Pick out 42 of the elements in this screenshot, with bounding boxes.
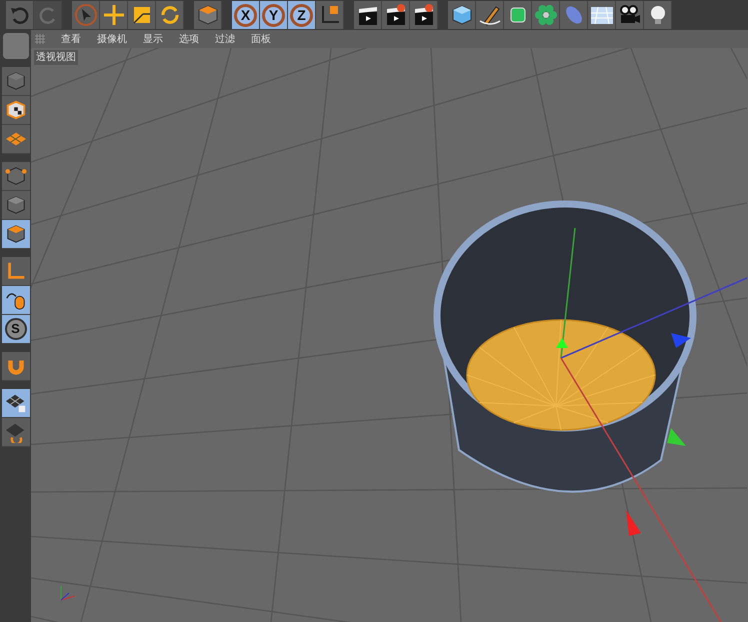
tool-button[interactable]: [2, 389, 30, 418]
tool-button[interactable]: Y: [260, 1, 288, 29]
menu-item[interactable]: 面板: [251, 32, 271, 46]
menu-item[interactable]: 查看: [61, 32, 81, 46]
grid-handle-icon: [35, 34, 45, 44]
cube-icon: [450, 3, 474, 27]
tool-button[interactable]: [476, 1, 504, 29]
checkered-cube-icon: [4, 99, 26, 121]
menu-item[interactable]: 摄像机: [97, 32, 127, 46]
flower-icon: [534, 3, 558, 27]
tool-button[interactable]: [128, 1, 156, 29]
move-icon: [102, 3, 126, 27]
tool-button[interactable]: S: [2, 315, 30, 344]
tool-button[interactable]: [2, 220, 30, 249]
grid-rotate-icon: [4, 421, 26, 443]
tool-button[interactable]: [382, 1, 410, 29]
tool-button[interactable]: [2, 96, 30, 125]
tool-button[interactable]: [354, 1, 382, 29]
cube-icon: [196, 3, 220, 27]
tool-button[interactable]: [410, 1, 438, 29]
world-axis-icon: [60, 586, 76, 600]
menu-item[interactable]: 显示: [143, 32, 163, 46]
cube-points-icon: [4, 165, 26, 187]
tool-button[interactable]: [2, 286, 30, 315]
tool-button[interactable]: [532, 1, 560, 29]
tool-button[interactable]: [448, 1, 476, 29]
tool-button[interactable]: [316, 1, 344, 29]
tool-button[interactable]: [2, 162, 30, 191]
menu-item[interactable]: 过滤: [215, 32, 235, 46]
tool-button[interactable]: [504, 1, 532, 29]
cube-edges-icon: [4, 194, 26, 216]
tool-button[interactable]: Z: [288, 1, 316, 29]
tool-button[interactable]: [588, 1, 616, 29]
tool-button[interactable]: X: [232, 1, 260, 29]
tool-button[interactable]: [616, 1, 644, 29]
cube-icon: [4, 70, 26, 92]
cursor-icon: [74, 3, 98, 27]
grid-lock-icon: [4, 392, 26, 414]
viewport-title: 透视视图: [34, 50, 78, 65]
tool-button[interactable]: [644, 1, 672, 29]
menu-item[interactable]: 选项: [179, 32, 199, 46]
cube-polygon-icon: [4, 223, 26, 245]
